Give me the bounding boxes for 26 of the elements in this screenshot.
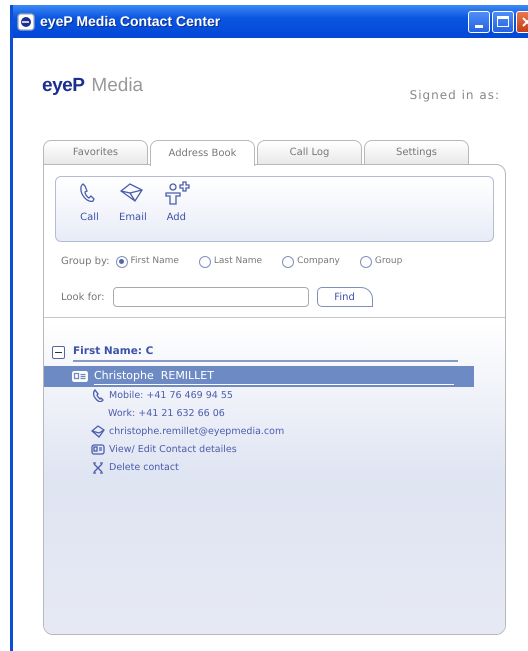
radio-option[interactable]: Group — [360, 254, 402, 268]
phone-number: Work: +41 21 632 66 06 — [108, 406, 225, 421]
brand-name: Media — [91, 74, 144, 96]
find-button[interactable]: Find — [316, 287, 373, 307]
radio-option[interactable]: Last Name — [198, 254, 262, 268]
window-title: eyeP Media Contact Center — [40, 12, 220, 31]
brand-logo: eyeP — [42, 74, 84, 96]
add-button[interactable]: Add — [158, 181, 194, 237]
tab[interactable]: Call Log — [257, 140, 362, 164]
tab[interactable]: Settings — [364, 140, 469, 164]
radio-option[interactable]: Company — [282, 254, 340, 268]
signed-in-label: Signed in as: — [410, 87, 500, 104]
group-heading: First Name: C — [73, 344, 458, 362]
delete-link[interactable]: Delete contact — [109, 460, 179, 475]
contact-name: Christophe REMILLET — [94, 368, 454, 385]
radio-option[interactable]: First Name — [116, 254, 179, 268]
tab[interactable]: Favorites — [43, 140, 148, 164]
email-button[interactable]: Email — [115, 181, 151, 237]
group-by-label: Group by: — [61, 255, 110, 269]
phone-number: Mobile: +41 76 469 94 55 — [109, 388, 233, 403]
look-for-label: Look for: — [61, 290, 105, 304]
edit-link[interactable]: View/ Edit Contact detailes — [109, 442, 237, 457]
tab[interactable]: Address Book — [150, 140, 255, 166]
email-address: christophe.remillet@eyepmedia.com — [109, 424, 284, 439]
call-button[interactable]: Call — [72, 181, 107, 237]
contact-row[interactable]: Christophe REMILLET — [44, 366, 474, 387]
